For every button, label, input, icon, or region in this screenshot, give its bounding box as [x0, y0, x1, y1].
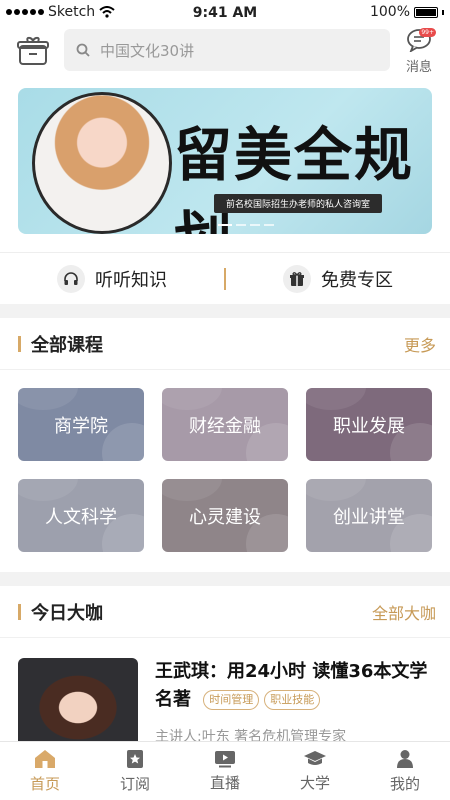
messages-label: 消息 — [405, 60, 432, 75]
pagination-dot — [250, 224, 260, 226]
section-header: 全部课程 更多 — [0, 318, 450, 370]
tab-home[interactable]: 首页 — [0, 742, 90, 800]
banner-title: 留美全规划 — [174, 121, 415, 234]
message-badge: 99+ — [419, 28, 436, 37]
banner-section: 留美全规划 前名校国际招生办老师的私人咨询室 — [0, 82, 450, 252]
tab-label: 订阅 — [119, 774, 150, 793]
banner-pagination — [218, 224, 274, 226]
battery-percent: 100% — [369, 4, 410, 20]
quick-links: 听听知识 免费专区 — [0, 252, 450, 304]
pagination-dot — [218, 224, 232, 226]
experts-more-link[interactable]: 全部大咖 — [372, 600, 436, 624]
courses-more-link[interactable]: 更多 — [404, 332, 436, 356]
course-tile-mind[interactable]: 心灵建设 — [162, 479, 288, 552]
tab-subscribe[interactable]: 订阅 — [90, 742, 180, 800]
tag: 时间管理 — [203, 690, 260, 710]
quick-link-label: 听听知识 — [95, 269, 167, 291]
graduation-cap-icon — [304, 750, 326, 765]
promo-banner[interactable]: 留美全规划 前名校国际招生办老师的私人咨询室 — [18, 88, 432, 234]
tab-label: 首页 — [29, 774, 60, 793]
tab-label: 大学 — [299, 773, 330, 792]
live-icon — [215, 750, 235, 767]
profile-icon — [397, 749, 413, 768]
section-title: 今日大咖 — [18, 599, 103, 625]
expert-course-title: 王武琪：用24小时 读懂36本文学名著 时间管理 职业技能 — [155, 658, 445, 714]
course-tile-business[interactable]: 商学院 — [18, 388, 144, 461]
experts-title: 今日大咖 — [31, 602, 103, 624]
quick-link-label: 免费专区 — [321, 269, 393, 291]
search-input[interactable]: 中国文化30讲 — [64, 29, 390, 71]
search-icon — [76, 43, 90, 57]
all-courses-section: 全部课程 更多 商学院 财经金融 职业发展 人文科学 心灵建设 创业讲堂 — [0, 318, 450, 572]
section-header: 今日大咖 全部大咖 — [0, 586, 450, 638]
free-zone-link[interactable]: 免费专区 — [226, 264, 450, 293]
tab-label: 我的 — [389, 774, 420, 793]
home-icon — [35, 749, 55, 768]
course-tile-finance[interactable]: 财经金融 — [162, 388, 288, 461]
gift-icon — [283, 264, 311, 293]
course-grid: 商学院 财经金融 职业发展 人文科学 心灵建设 创业讲堂 — [18, 388, 432, 552]
search-header: 中国文化30讲 99+ 消息 — [0, 26, 450, 82]
tag: 职业技能 — [264, 690, 321, 710]
search-placeholder: 中国文化30讲 — [100, 41, 195, 60]
pagination-dot — [264, 224, 274, 226]
courses-title: 全部课程 — [31, 334, 103, 356]
tab-profile[interactable]: 我的 — [360, 742, 450, 800]
messages-button[interactable]: 99+ 消息 — [400, 28, 438, 75]
banner-subtitle: 前名校国际招生办老师的私人咨询室 — [214, 194, 383, 213]
battery-icon — [414, 6, 438, 18]
pagination-dot — [236, 224, 246, 226]
status-bar: Sketch 9:41 AM 100% — [0, 0, 450, 26]
course-tile-career[interactable]: 职业发展 — [306, 388, 432, 461]
tab-live[interactable]: 直播 — [180, 742, 270, 800]
section-title: 全部课程 — [18, 331, 103, 357]
tab-university[interactable]: 大学 — [270, 742, 360, 800]
gift-box-button[interactable] — [16, 36, 50, 66]
section-accent-bar — [18, 603, 21, 620]
tag-list: 时间管理 职业技能 — [203, 690, 321, 710]
headphones-icon — [57, 264, 85, 293]
today-experts-section: 今日大咖 全部大咖 王武琪：用24小时 读懂36本文学名著 时间管理 职业技能 … — [0, 586, 450, 746]
course-tile-startup[interactable]: 创业讲堂 — [306, 479, 432, 552]
expert-photo — [18, 658, 138, 746]
banner-photo — [32, 92, 172, 234]
section-accent-bar — [18, 335, 21, 352]
bottom-tab-bar: 首页 订阅 直播 大学 我的 — [0, 741, 450, 800]
tab-label: 直播 — [209, 773, 240, 792]
expert-card[interactable]: 王武琪：用24小时 读懂36本文学名著 时间管理 职业技能 主讲人:叶东 著名危… — [18, 658, 438, 746]
battery-status: 100% — [370, 4, 444, 20]
subscribe-icon — [127, 749, 143, 768]
gift-box-icon — [17, 36, 49, 65]
course-tile-humanities[interactable]: 人文科学 — [18, 479, 144, 552]
listen-knowledge-link[interactable]: 听听知识 — [0, 264, 224, 293]
